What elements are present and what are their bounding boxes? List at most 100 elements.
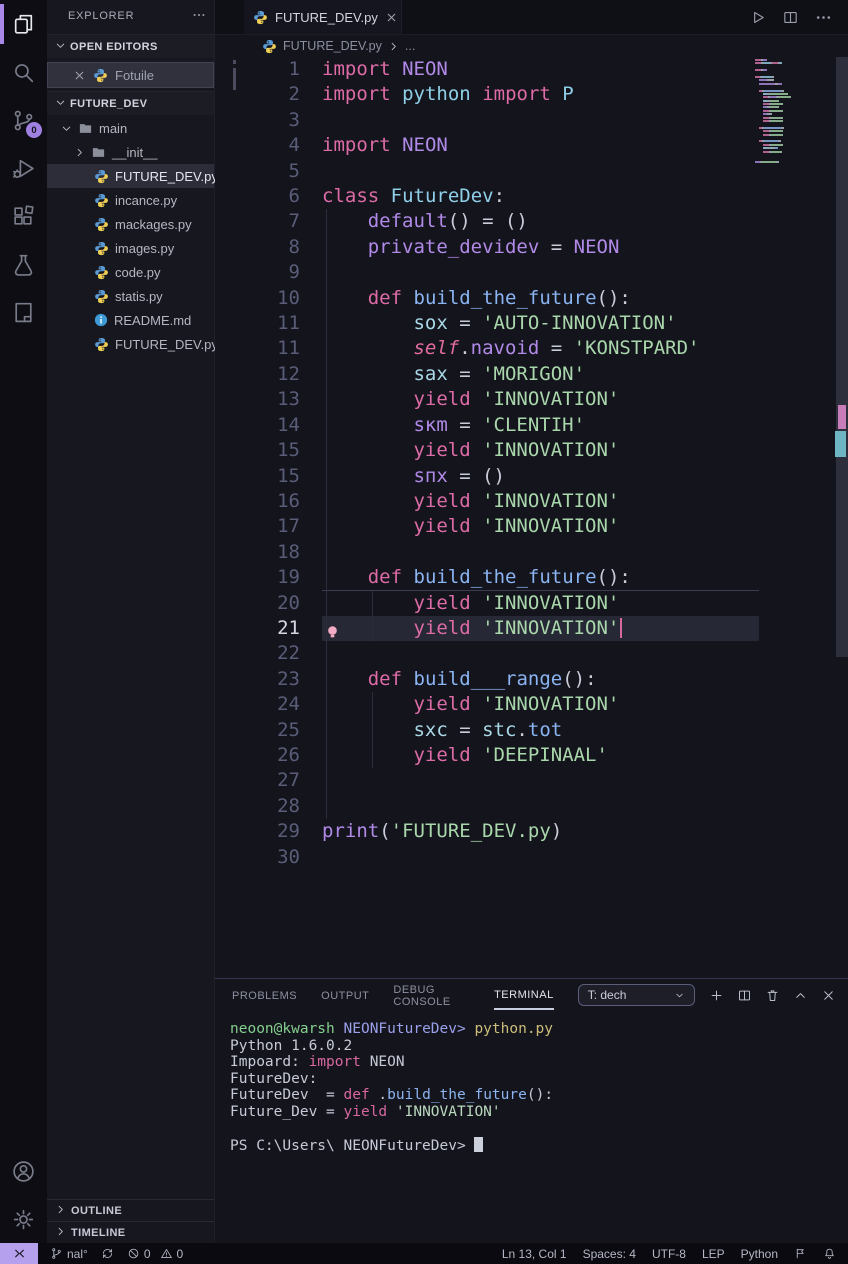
code-line[interactable]: 4import NEON [215, 133, 848, 158]
account-icon[interactable] [0, 1147, 47, 1195]
settings-gear-icon[interactable] [0, 1195, 47, 1243]
indentation[interactable]: Spaces: 4 [583, 1247, 636, 1261]
tree-item-future-dev-py[interactable]: FUTURE_DEV.py [47, 332, 214, 356]
code-line[interactable]: 8private_devidev = NEON [215, 235, 848, 260]
close-panel-icon[interactable] [821, 988, 836, 1003]
code-line[interactable]: 21yield 'INNOVATION' [215, 616, 848, 641]
tab-debug-console[interactable]: DEBUG CONSOLE [393, 975, 470, 1015]
folder-icon [78, 121, 93, 136]
tab-future-dev[interactable]: FUTURE_DEV.py [244, 0, 402, 34]
tree-item-readme-md[interactable]: README.md [47, 308, 214, 332]
tab-output[interactable]: OUTPUT [321, 981, 369, 1009]
tab-problems[interactable]: PROBLEMS [232, 981, 297, 1009]
code-line[interactable]: 15yield 'INNOVATION' [215, 438, 848, 463]
code-line[interactable]: 3 [215, 108, 848, 133]
document-icon[interactable] [0, 288, 47, 336]
sync-status[interactable] [101, 1247, 114, 1260]
tree-item--init-[interactable]: __init__ [47, 140, 214, 164]
code-line[interactable]: 20yield 'INNOVATION' [215, 591, 848, 616]
terminal-select[interactable]: T: dech [578, 984, 695, 1006]
git-branch-status[interactable]: nal° [50, 1247, 88, 1261]
tree-item-incance-py[interactable]: incance.py [47, 188, 214, 212]
code-line[interactable]: 17yield 'INNOVATION' [215, 514, 848, 539]
run-icon[interactable] [749, 9, 766, 26]
code-line[interactable]: 7default() = () [215, 209, 848, 234]
minimap-line [755, 140, 835, 142]
code-line[interactable]: 18 [215, 540, 848, 565]
split-editor-icon[interactable] [782, 9, 799, 26]
testing-icon[interactable] [0, 240, 47, 288]
code-line[interactable]: 16yield 'INNOVATION' [215, 489, 848, 514]
close-icon[interactable] [73, 69, 86, 82]
cursor-position[interactable]: Ln 13, Col 1 [502, 1247, 567, 1261]
outline-section[interactable]: OUTLINE [47, 1199, 214, 1221]
code-line[interactable]: 5 [215, 159, 848, 184]
tab-terminal[interactable]: TERMINAL [494, 980, 554, 1010]
tree-item-mackages-py[interactable]: mackages.py [47, 212, 214, 236]
code-line[interactable]: 1import NEON [215, 57, 848, 82]
tree-item-images-py[interactable]: images.py [47, 236, 214, 260]
code-line[interactable]: 29print('FUTURE_DEV.py) [215, 819, 848, 844]
tree-item-main[interactable]: main [47, 116, 214, 140]
open-editor-item[interactable]: Fotuile [47, 62, 214, 88]
scrollbar-thumb[interactable] [836, 57, 848, 657]
code-line[interactable]: 28 [215, 794, 848, 819]
code-line[interactable]: 25sxc = stc.tot [215, 718, 848, 743]
search-icon[interactable] [0, 48, 47, 96]
code-line[interactable]: 13yield 'INNOVATION' [215, 387, 848, 412]
code-line[interactable]: 14sкm = 'CLENTIH' [215, 413, 848, 438]
scrollbar-mark-pink [838, 405, 846, 429]
encoding[interactable]: UTF-8 [652, 1247, 686, 1261]
minimap[interactable] [755, 59, 835, 168]
source-control-icon[interactable]: 0 [0, 96, 47, 144]
feedback-icon[interactable] [794, 1247, 807, 1260]
explorer-icon[interactable] [0, 0, 47, 48]
tree-item-statis-py[interactable]: statis.py [47, 284, 214, 308]
split-terminal-icon[interactable] [737, 988, 752, 1003]
line-number: 11 [215, 311, 300, 336]
problems-status[interactable]: 0 0 [127, 1247, 183, 1261]
notifications-bell-icon[interactable] [823, 1247, 836, 1260]
maximize-panel-icon[interactable] [793, 988, 808, 1003]
run-debug-icon[interactable] [0, 144, 47, 192]
tree-item-future-dev-py[interactable]: FUTURE_DEV.py [47, 164, 214, 188]
code-line[interactable]: 10def build_the_future(): [215, 286, 848, 311]
tree-item-code-py[interactable]: code.py [47, 260, 214, 284]
project-section-header[interactable]: FUTURE_DEV [47, 91, 214, 115]
code-line[interactable]: 30 [215, 845, 848, 870]
code-line[interactable]: 6class FutureDev: [215, 184, 848, 209]
new-terminal-icon[interactable] [709, 988, 724, 1003]
terminal-output[interactable]: neoon@kwarsh NEONFutureDev> python.pyPyt… [215, 1011, 848, 1154]
breadcrumb-file[interactable]: FUTURE_DEV.py [283, 39, 382, 53]
code-line[interactable]: 11self.navoid = 'KONSTPARD' [215, 336, 848, 361]
code-line[interactable]: 2import python import P [215, 82, 848, 107]
remote-indicator[interactable] [0, 1243, 38, 1264]
open-editors-header[interactable]: OPEN EDITORS [47, 34, 214, 58]
code-line[interactable]: 19def build_the_future(): [215, 565, 848, 590]
breadcrumb[interactable]: FUTURE_DEV.py ... [215, 35, 848, 57]
extensions-icon[interactable] [0, 192, 47, 240]
code-line[interactable]: 9 [215, 260, 848, 285]
code-line[interactable]: 23def build___range(): [215, 667, 848, 692]
language-mode[interactable]: Python [741, 1247, 778, 1261]
line-number: 27 [215, 768, 300, 793]
code-line[interactable]: 27 [215, 768, 848, 793]
code-line[interactable]: 22 [215, 641, 848, 666]
code-line[interactable]: 26yield 'DEEPINAAL' [215, 743, 848, 768]
eol-sequence[interactable]: LEP [702, 1247, 725, 1261]
editor-edge-scrollbar[interactable] [233, 60, 236, 90]
code-line[interactable]: 24yield 'INNOVATION' [215, 692, 848, 717]
code-editor[interactable]: 1import NEON2import python import P34imp… [215, 57, 848, 978]
tab-close-icon[interactable] [385, 11, 398, 24]
more-actions-icon[interactable] [815, 9, 832, 26]
code-text: yield 'DEEPINAAL' [300, 743, 608, 768]
code-line[interactable]: 11sox = 'AUTO-INNOVATION' [215, 311, 848, 336]
sidebar-more-icon[interactable] [192, 8, 206, 25]
kill-terminal-icon[interactable] [765, 988, 780, 1003]
line-number: 10 [215, 286, 300, 311]
code-line[interactable]: 15sпx = () [215, 464, 848, 489]
code-line[interactable]: 12sax = 'MORIGON' [215, 362, 848, 387]
lightbulb-icon[interactable] [325, 621, 340, 646]
timeline-section[interactable]: TIMELINE [47, 1221, 214, 1243]
breadcrumb-more[interactable]: ... [405, 39, 415, 53]
